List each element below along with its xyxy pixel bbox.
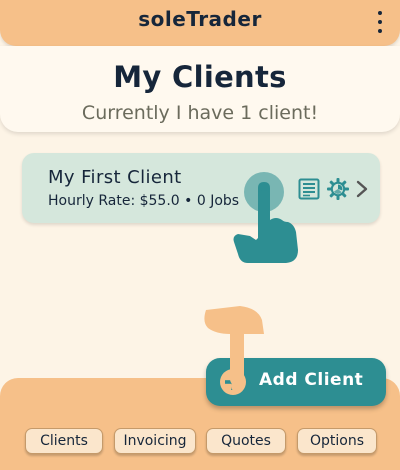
page-header: My Clients Currently I have 1 client!: [0, 46, 400, 132]
nav-quotes[interactable]: Quotes: [206, 428, 286, 454]
app-bar: soleTrader: [0, 0, 400, 46]
page-title: My Clients: [113, 60, 287, 94]
client-meta: Hourly Rate: $55.0 • 0 Jobs: [48, 193, 240, 209]
app-title: soleTrader: [138, 7, 262, 31]
page-subtitle: Currently I have 1 client!: [81, 102, 319, 124]
nav-options[interactable]: Options: [297, 428, 377, 454]
gear-icon[interactable]: [327, 178, 349, 200]
nav-clients[interactable]: Clients: [25, 428, 103, 454]
nav-invoicing[interactable]: Invoicing: [114, 428, 196, 454]
client-card[interactable]: My First Client Hourly Rate: $55.0 • 0 J…: [22, 153, 380, 223]
more-vert-icon[interactable]: [376, 11, 384, 33]
add-client-label: Add Client: [259, 370, 364, 390]
tap-hand-icon: [233, 172, 298, 263]
chevron-right-icon[interactable]: [355, 180, 369, 198]
client-name: My First Client: [48, 167, 182, 188]
swipe-up-finger: [230, 334, 244, 392]
